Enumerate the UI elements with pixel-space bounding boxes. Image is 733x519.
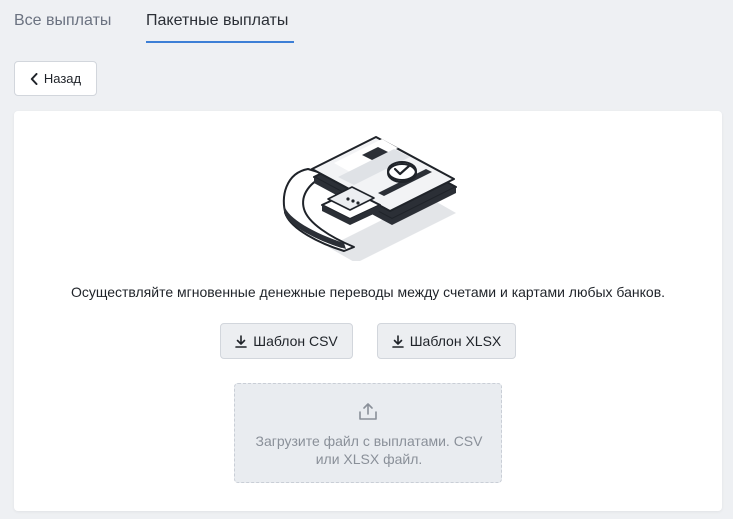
cards-terminal-illustration (282, 136, 457, 261)
batch-payout-card: Осуществляйте мгновенные денежные перево… (14, 111, 722, 511)
tab-all-payouts[interactable]: Все выплаты (14, 12, 111, 30)
description-text: Осуществляйте мгновенные денежные перево… (70, 284, 666, 300)
download-icon (391, 334, 404, 348)
download-csv-template-button[interactable]: Шаблон CSV (220, 323, 353, 359)
download-xlsx-template-button[interactable]: Шаблон XLSX (377, 323, 516, 359)
back-button-label: Назад (43, 71, 82, 86)
xlsx-button-label: Шаблон XLSX (409, 333, 502, 349)
upload-instructions: Загрузите файл с выплатами. CSV или XLSX… (255, 433, 483, 467)
file-upload-dropzone[interactable]: Загрузите файл с выплатами. CSV или XLSX… (234, 383, 502, 483)
download-icon (235, 334, 248, 348)
tab-batch-payouts[interactable]: Пакетные выплаты (146, 12, 294, 43)
upload-icon (359, 403, 377, 420)
back-button[interactable]: Назад (14, 61, 97, 96)
payout-tabs: Все выплаты Пакетные выплаты (0, 0, 733, 46)
csv-button-label: Шаблон CSV (253, 333, 338, 349)
chevron-left-icon (30, 72, 38, 85)
